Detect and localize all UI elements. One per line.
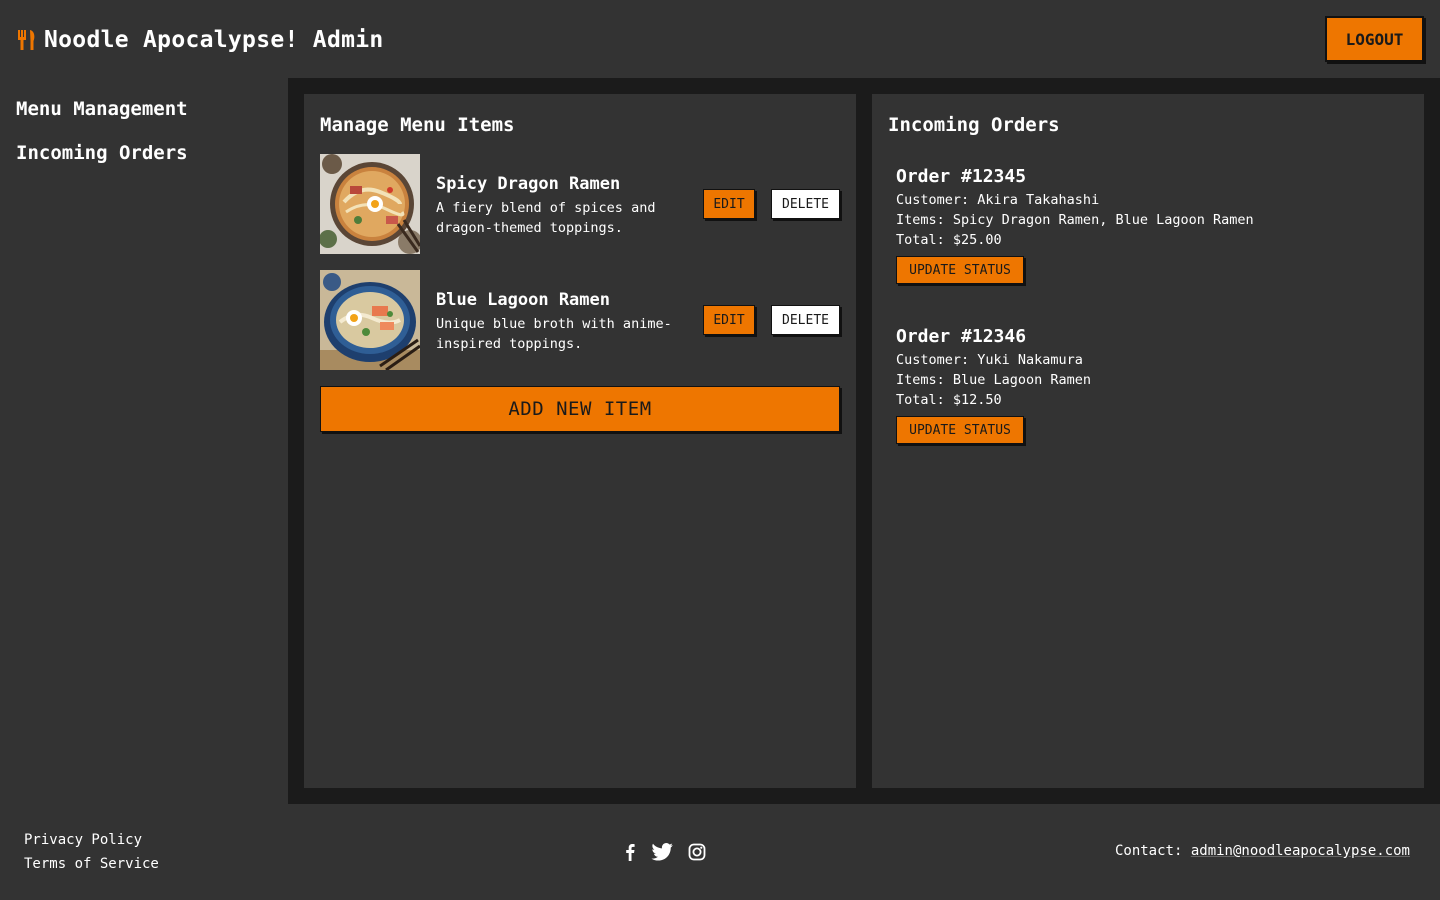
- update-status-button[interactable]: UPDATE STATUS: [896, 256, 1024, 284]
- menu-item-description: Unique blue broth with anime-inspired to…: [436, 316, 672, 352]
- logout-button[interactable]: LOGOUT: [1325, 16, 1424, 62]
- instagram-icon[interactable]: [688, 843, 706, 861]
- facebook-icon[interactable]: [624, 843, 636, 861]
- order-title: Order #12345: [896, 166, 1027, 187]
- privacy-policy-link[interactable]: Privacy Policy: [24, 832, 142, 848]
- main-content: Manage Menu Items Spicy Dragon Ramen A f…: [288, 78, 1440, 804]
- order-customer: Customer: Yuki Nakamura: [896, 352, 1083, 368]
- order-customer: Customer: Akira Takahashi: [896, 192, 1100, 208]
- sidebar-item-incoming-orders[interactable]: Incoming Orders: [16, 142, 188, 164]
- menu-item: Spicy Dragon Ramen A fiery blend of spic…: [320, 154, 840, 254]
- brand: Noodle Apocalypse! Admin: [16, 24, 384, 56]
- menu-item: Blue Lagoon Ramen Unique blue broth with…: [320, 270, 840, 370]
- contact-prefix: Contact:: [1114, 843, 1183, 859]
- order-title: Order #12346: [896, 326, 1027, 347]
- menu-panel-title: Manage Menu Items: [320, 114, 515, 136]
- contact-email-link[interactable]: admin@noodleapocalypse.com: [1191, 843, 1410, 859]
- menu-item-image-blue-lagoon-ramen: [320, 270, 420, 370]
- delete-button[interactable]: DELETE: [771, 305, 840, 335]
- orders-panel-title: Incoming Orders: [888, 114, 1060, 136]
- footer: Privacy Policy Terms of Service Contact:…: [0, 804, 1440, 900]
- delete-button[interactable]: DELETE: [771, 189, 840, 219]
- edit-button[interactable]: EDIT: [703, 189, 755, 219]
- order-total: Total: $25.00: [896, 232, 1002, 248]
- add-new-item-button[interactable]: ADD NEW ITEM: [320, 386, 840, 432]
- twitter-icon[interactable]: [651, 843, 673, 861]
- sidebar: Menu Management Incoming Orders: [0, 78, 288, 804]
- sidebar-item-menu-management[interactable]: Menu Management: [16, 98, 188, 120]
- orders-panel: Incoming Orders Order #12345 Customer: A…: [872, 94, 1424, 788]
- header: Noodle Apocalypse! Admin LOGOUT: [0, 0, 1440, 78]
- edit-button[interactable]: EDIT: [703, 305, 755, 335]
- order-total: Total: $12.50: [896, 392, 1002, 408]
- order-card: Order #12346 Customer: Yuki Nakamura Ite…: [896, 326, 1396, 444]
- menu-panel: Manage Menu Items Spicy Dragon Ramen A f…: [304, 94, 856, 788]
- app-title: Noodle Apocalypse! Admin: [44, 27, 384, 53]
- menu-item-name: Blue Lagoon Ramen: [436, 290, 610, 310]
- terms-of-service-link[interactable]: Terms of Service: [24, 856, 159, 872]
- update-status-button[interactable]: UPDATE STATUS: [896, 416, 1024, 444]
- menu-item-name: Spicy Dragon Ramen: [436, 174, 621, 194]
- order-items: Items: Spicy Dragon Ramen, Blue Lagoon R…: [896, 212, 1254, 228]
- menu-item-image-spicy-dragon-ramen: [320, 154, 420, 254]
- menu-item-description: A fiery blend of spices and dragon-theme…: [436, 200, 656, 236]
- contact-info: Contact: admin@noodleapocalypse.com: [1115, 843, 1410, 859]
- order-card: Order #12345 Customer: Akira Takahashi I…: [896, 166, 1396, 284]
- order-items: Items: Blue Lagoon Ramen: [896, 372, 1092, 388]
- utensils-icon: [16, 28, 38, 52]
